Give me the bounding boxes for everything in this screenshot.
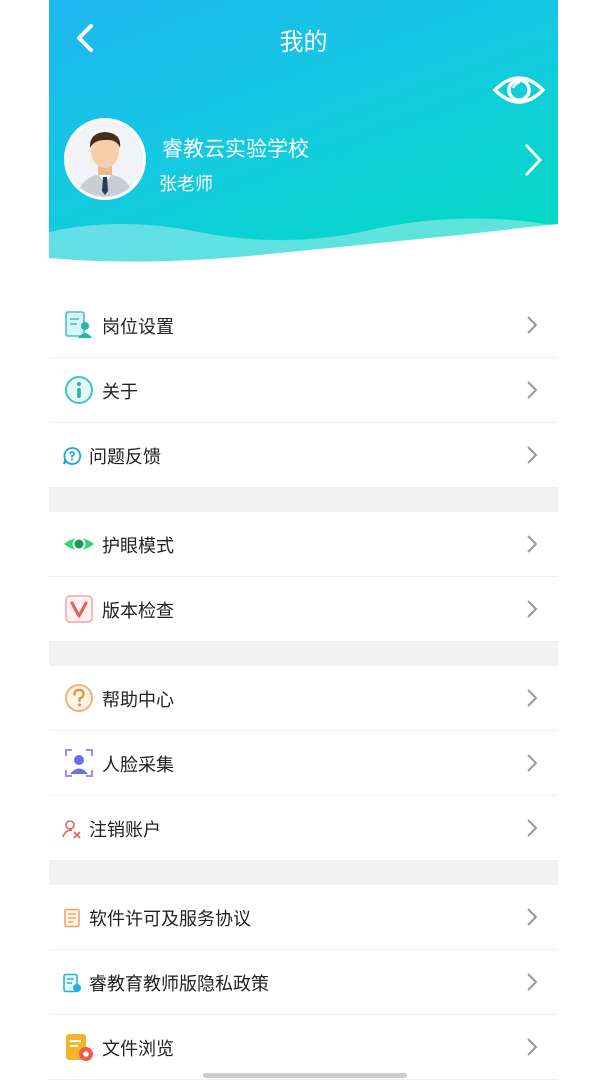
privacy-doc-icon: [63, 973, 81, 993]
user-name: 张老师: [159, 174, 213, 192]
profile-page: 我的 睿教云实验学校 张老师 岗位设置 关于 问题反馈 护眼模式 版本检查 帮助…: [49, 0, 558, 1080]
menu-item-file-browse[interactable]: 文件浏览: [49, 1015, 558, 1080]
avatar-person-icon: [77, 132, 133, 197]
menu-item-face-collect[interactable]: 人脸采集: [49, 731, 558, 796]
chevron-right-icon: [527, 1038, 538, 1056]
school-name: 睿教云实验学校: [162, 137, 309, 161]
menu-label: 睿教育教师版隐私政策: [89, 974, 269, 995]
menu-item-eye-mode[interactable]: 护眼模式: [49, 512, 558, 577]
section-divider: [49, 861, 558, 885]
menu-label: 岗位设置: [102, 317, 174, 338]
chevron-right-icon: [527, 381, 538, 399]
chevron-right-icon: [527, 316, 538, 334]
chevron-right-icon: [527, 446, 538, 464]
menu-item-feedback[interactable]: 问题反馈: [49, 423, 558, 488]
feedback-icon: [63, 447, 82, 465]
menu-item-license[interactable]: 软件许可及服务协议: [49, 885, 558, 950]
version-icon: [65, 595, 93, 623]
post-settings-icon: [65, 311, 92, 338]
menu-label: 文件浏览: [102, 1039, 174, 1060]
profile-header: 我的 睿教云实验学校 张老师: [49, 0, 558, 272]
face-scan-icon: [65, 749, 93, 777]
menu-item-privacy[interactable]: 睿教育教师版隐私政策: [49, 950, 558, 1015]
help-icon: [65, 684, 93, 712]
info-icon: [65, 376, 93, 404]
section-divider: [49, 642, 558, 666]
menu-label: 护眼模式: [102, 536, 174, 557]
document-icon: [64, 908, 80, 928]
header-wave: [49, 218, 558, 272]
home-indicator[interactable]: [203, 1073, 407, 1078]
page-title: 我的: [279, 28, 328, 56]
menu-label: 关于: [102, 382, 138, 403]
chevron-right-icon: [527, 535, 538, 553]
chevron-right-icon[interactable]: [521, 140, 545, 180]
chevron-right-icon: [527, 819, 538, 837]
user-remove-icon: [62, 820, 81, 839]
menu-item-version-check[interactable]: 版本检查: [49, 577, 558, 642]
menu-label: 问题反馈: [89, 447, 161, 468]
menu-item-help-center[interactable]: 帮助中心: [49, 666, 558, 731]
menu-item-cancel-account[interactable]: 注销账户: [49, 796, 558, 861]
menu-label: 人脸采集: [102, 755, 174, 776]
menu-label: 版本检查: [102, 601, 174, 622]
chevron-right-icon: [527, 973, 538, 991]
menu-label: 注销账户: [89, 820, 161, 841]
menu-label: 软件许可及服务协议: [89, 909, 251, 930]
menu-label: 帮助中心: [102, 690, 174, 711]
chevron-right-icon: [527, 600, 538, 618]
avatar[interactable]: [64, 118, 146, 200]
chevron-right-icon: [527, 689, 538, 707]
eye-icon: [64, 537, 94, 551]
file-view-icon: [66, 1034, 93, 1061]
menu-item-about[interactable]: 关于: [49, 358, 558, 423]
chevron-right-icon: [527, 908, 538, 926]
chevron-right-icon: [527, 754, 538, 772]
menu-item-post-settings[interactable]: 岗位设置: [49, 293, 558, 358]
section-divider: [49, 488, 558, 512]
eye-toggle-icon[interactable]: [491, 68, 547, 112]
